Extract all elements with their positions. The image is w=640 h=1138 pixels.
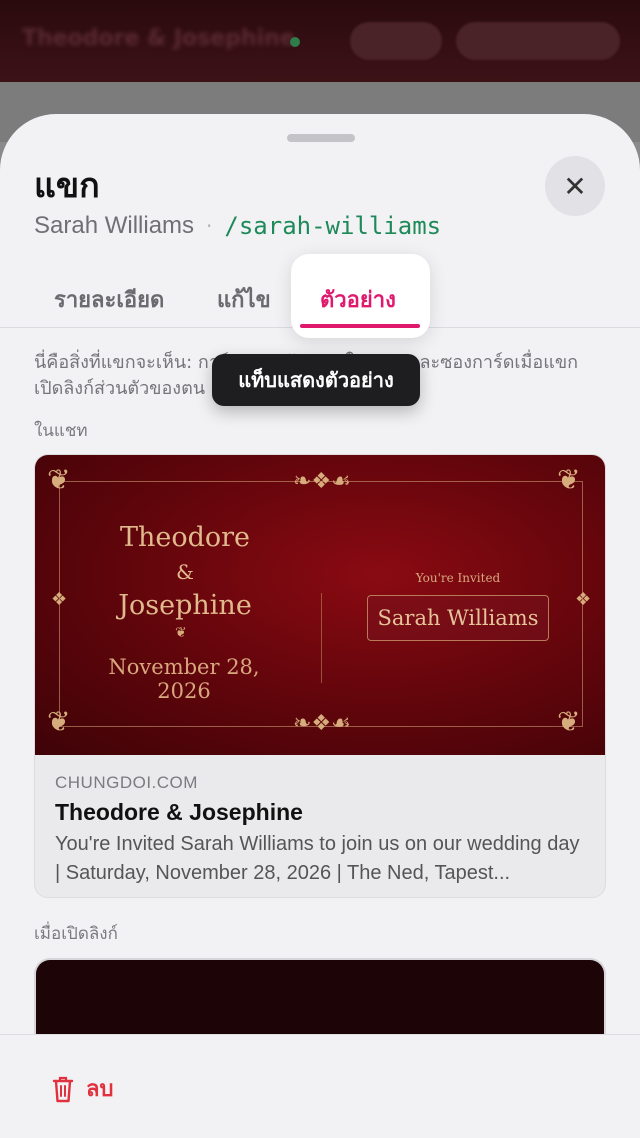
- link-domain: CHUNGDOI.COM: [55, 773, 198, 792]
- corner-ornament-icon: ❦: [557, 463, 581, 496]
- background-edit-pill: [350, 22, 442, 60]
- invited-label: You're Invited: [415, 571, 501, 585]
- background-action-pill: [456, 22, 620, 60]
- partner-one-name: Theodore: [119, 522, 251, 553]
- corner-ornament-icon: ❦: [47, 705, 71, 738]
- invitation-image: ❦ ❦ ❦ ❦ ❧❖☙ ❧❖☙ ❖ ❖ Theodore & Josephine…: [35, 455, 605, 755]
- side-ornament-icon: ❖: [575, 589, 592, 610]
- wedding-date: November 28, 2026: [108, 655, 260, 703]
- flourish-icon: ❧❖☙: [293, 711, 351, 736]
- close-button[interactable]: ✕: [545, 156, 605, 216]
- link-title: Theodore & Josephine: [55, 799, 303, 825]
- partner-two-name: Josephine: [118, 590, 252, 621]
- couple-names: Theodore & Josephine: [75, 521, 295, 623]
- close-icon: ✕: [563, 169, 587, 203]
- guest-sheet: แขก ✕ Sarah Williams · /sarah-williams ร…: [0, 114, 640, 1138]
- ampersand: &: [176, 560, 194, 584]
- link-preview-meta: CHUNGDOI.COM Theodore & Josephine You're…: [35, 755, 605, 897]
- tooltip: แท็บแสดงตัวอย่าง: [212, 354, 420, 406]
- sheet-grabber[interactable]: [287, 134, 355, 142]
- side-ornament-icon: ❖: [51, 589, 68, 610]
- flourish-icon: ❧❖☙: [293, 469, 351, 494]
- guest-name: Sarah Williams: [34, 212, 195, 239]
- background-header: Theodore & Josephine: [0, 0, 640, 82]
- corner-ornament-icon: ❦: [557, 705, 581, 738]
- chat-link-preview-card[interactable]: ❦ ❦ ❦ ❦ ❧❖☙ ❧❖☙ ❖ ❖ Theodore & Josephine…: [34, 454, 606, 898]
- subtitle-separator: ·: [206, 214, 213, 238]
- invitation-divider: [321, 593, 322, 683]
- invited-guest-name: Sarah Williams: [367, 595, 549, 641]
- tab-bar: รายละเอียด แก้ไข ตัวอย่าง: [0, 254, 640, 338]
- section-label-in-chat: ในแชท: [34, 421, 88, 441]
- tab-details[interactable]: รายละเอียด: [54, 282, 164, 317]
- section-label-when-opened: เมื่อเปิดลิงก์: [34, 924, 118, 944]
- sheet-title: แขก: [34, 166, 100, 206]
- delete-button[interactable]: ลบ: [52, 1071, 113, 1106]
- link-description: You're Invited Sarah Williams to join us…: [55, 833, 580, 884]
- sheet-footer: ลบ: [0, 1034, 640, 1138]
- background-title: Theodore & Josephine: [22, 26, 295, 51]
- heart-flourish-icon: ❦: [175, 625, 187, 641]
- tab-edit[interactable]: แก้ไข: [217, 282, 271, 317]
- guest-slug[interactable]: /sarah-williams: [224, 212, 441, 240]
- trash-icon: [52, 1076, 74, 1102]
- corner-ornament-icon: ❦: [47, 463, 71, 496]
- delete-label: ลบ: [86, 1077, 114, 1102]
- guest-subtitle: Sarah Williams · /sarah-williams: [34, 212, 441, 240]
- active-tab-indicator: [300, 324, 420, 328]
- tab-preview[interactable]: ตัวอย่าง: [320, 282, 396, 317]
- status-dot: [290, 37, 300, 47]
